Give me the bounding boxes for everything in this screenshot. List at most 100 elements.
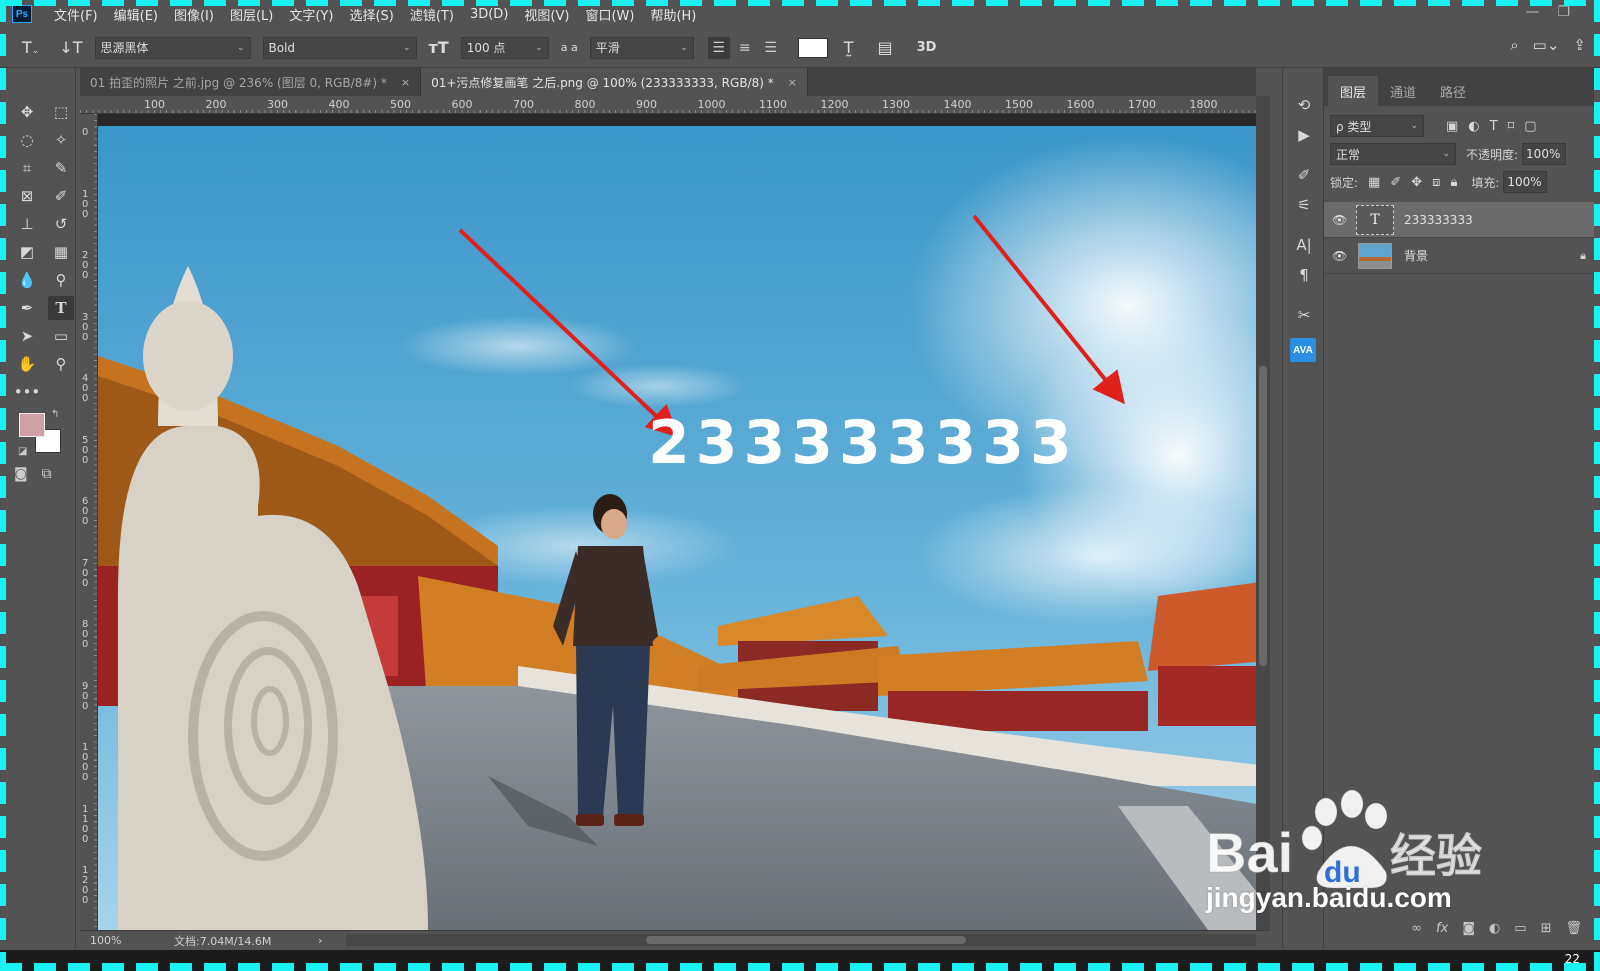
blend-mode-select[interactable]: 正常 ⌄ xyxy=(1330,143,1456,165)
menu-layer[interactable]: 图层(L) xyxy=(222,5,281,24)
3d-button[interactable]: 3D xyxy=(917,40,937,55)
menu-file[interactable]: 文件(F) xyxy=(46,5,106,24)
scroll-thumb[interactable] xyxy=(1259,366,1267,666)
opacity-input[interactable]: 100% xyxy=(1522,143,1567,165)
history-brush-tool-icon[interactable]: ↺ xyxy=(48,212,74,236)
menu-filter[interactable]: 滤镜(T) xyxy=(402,5,462,24)
default-colors-icon[interactable]: ◪ xyxy=(18,446,27,457)
tab-paths[interactable]: 路径 xyxy=(1428,76,1478,106)
horizontal-scrollbar[interactable] xyxy=(346,934,1256,946)
marquee-tool-icon[interactable]: ⬚ xyxy=(48,100,74,124)
font-size-select[interactable]: 100 点 ⌄ xyxy=(460,36,549,59)
hand-tool-icon[interactable]: ✋ xyxy=(14,352,40,376)
rectangle-tool-icon[interactable]: ▭ xyxy=(48,324,74,348)
path-selection-tool-icon[interactable]: ➤ xyxy=(14,324,40,348)
history-icon[interactable]: ⟲ xyxy=(1283,90,1325,120)
tab-document-after[interactable]: 01+污点修复画笔 之后.png @ 100% (233333333, RGB/… xyxy=(421,68,808,96)
restore-icon[interactable]: ❐ xyxy=(1557,4,1570,20)
menu-image[interactable]: 图像(I) xyxy=(166,5,222,24)
horizontal-ruler[interactable]: 100 200 300 400 500 600 700 800 900 1000 1100 1200 1… xyxy=(80,96,1256,114)
minimize-icon[interactable]: — xyxy=(1525,4,1539,20)
lasso-tool-icon[interactable]: ◌ xyxy=(14,128,40,152)
menu-view[interactable]: 视图(V) xyxy=(516,5,577,24)
new-layer-icon[interactable]: ⊞ xyxy=(1541,921,1552,936)
type-tool-preset-icon[interactable]: T⌄ xyxy=(22,38,39,57)
filter-shape-icon[interactable]: ⌑ xyxy=(1508,119,1515,134)
close-icon[interactable]: × xyxy=(401,76,410,89)
lock-position-icon[interactable]: ✥ xyxy=(1411,175,1422,190)
visibility-eye-icon[interactable]: 👁︎ xyxy=(1332,249,1350,263)
vertical-ruler[interactable]: 0 100 200 300 400 500 600 700 800 900 1000 1100 1200 xyxy=(80,114,98,930)
warp-text-icon[interactable]: T̰ xyxy=(844,38,854,57)
tab-layers[interactable]: 图层 xyxy=(1328,76,1379,106)
move-tool-icon[interactable]: ✥ xyxy=(14,100,40,124)
filter-adjustment-icon[interactable]: ◐ xyxy=(1468,119,1479,134)
lock-all-icon[interactable]: 🔒︎ xyxy=(1450,175,1457,190)
swap-colors-icon[interactable]: ↰ xyxy=(51,409,59,420)
canvas-text-layer[interactable]: 233333333 xyxy=(648,408,1078,478)
lock-artboard-icon[interactable]: ⧈ xyxy=(1432,175,1440,190)
more-tools-icon[interactable]: ••• xyxy=(14,380,41,404)
actions-play-icon[interactable]: ▶ xyxy=(1283,120,1325,150)
blur-tool-icon[interactable]: 💧 xyxy=(14,268,40,292)
fill-input[interactable]: 100% xyxy=(1503,171,1548,193)
align-center-button[interactable]: ≡ xyxy=(734,37,756,59)
delete-layer-icon[interactable]: 🗑︎ xyxy=(1565,921,1582,936)
character-icon[interactable]: A| xyxy=(1283,230,1325,260)
ava-plugin-icon[interactable]: AVA xyxy=(1290,338,1316,362)
lock-transparency-icon[interactable]: ▦ xyxy=(1368,175,1380,190)
status-arrow-icon[interactable]: › xyxy=(318,934,348,947)
document-canvas[interactable]: 233333333 xyxy=(98,114,1256,930)
brush-tool-icon[interactable]: ✐ xyxy=(48,184,74,208)
menu-help[interactable]: 帮助(H) xyxy=(642,5,704,24)
foreground-color-swatch[interactable] xyxy=(19,413,45,437)
visibility-eye-icon[interactable]: 👁︎ xyxy=(1332,213,1350,227)
crop-tool-icon[interactable]: ⌗ xyxy=(14,156,40,180)
tab-channels[interactable]: 通道 xyxy=(1378,76,1428,106)
paragraph-icon[interactable]: ¶ xyxy=(1283,260,1325,290)
new-group-icon[interactable]: ▭ xyxy=(1514,921,1526,936)
character-panel-icon[interactable]: ▤ xyxy=(877,38,892,57)
align-right-button[interactable]: ☰ xyxy=(760,37,782,59)
type-tool-icon[interactable]: T xyxy=(48,296,74,320)
eraser-tool-icon[interactable]: ◩ xyxy=(14,240,40,264)
filter-type-icon[interactable]: T xyxy=(1490,119,1498,134)
share-icon[interactable]: ⇪ xyxy=(1573,36,1586,54)
clone-stamp-tool-icon[interactable]: ⊥ xyxy=(14,212,40,236)
align-left-button[interactable]: ☰ xyxy=(707,36,730,59)
eyedropper-tool-icon[interactable]: ✎ xyxy=(48,156,74,180)
close-icon[interactable]: × xyxy=(788,76,797,89)
dodge-tool-icon[interactable]: ⚲ xyxy=(48,268,74,292)
zoom-level[interactable]: 100% xyxy=(90,934,174,947)
search-icon[interactable]: ⌕ xyxy=(1510,36,1518,54)
lock-pixels-icon[interactable]: ✐ xyxy=(1390,175,1401,190)
menu-window[interactable]: 窗口(W) xyxy=(577,5,642,24)
toggle-orientation-icon[interactable]: ↓T xyxy=(59,38,82,57)
layer-filter-select[interactable]: ρ 类型 ⌄ xyxy=(1330,115,1424,137)
filter-smart-object-icon[interactable]: ▢ xyxy=(1524,119,1536,134)
menu-3d[interactable]: 3D(D) xyxy=(462,7,516,22)
tool-presets-icon[interactable]: ✂ xyxy=(1283,300,1325,330)
scroll-thumb[interactable] xyxy=(646,936,966,944)
gradient-tool-icon[interactable]: ▦ xyxy=(48,240,74,264)
quick-mask-icon[interactable]: ◙ xyxy=(14,466,28,482)
adjustments-icon[interactable]: ⚟ xyxy=(1283,190,1325,220)
layer-background[interactable]: 👁︎ 背景 🔒︎ xyxy=(1324,238,1594,274)
brush-settings-icon[interactable]: ✐ xyxy=(1283,160,1325,190)
screen-mode-icon[interactable]: ⧉ xyxy=(42,466,52,482)
workspace-icon[interactable]: ▭⌄ xyxy=(1533,36,1560,54)
font-family-select[interactable]: 思源黑体 ⌄ xyxy=(94,36,251,59)
filter-image-icon[interactable]: ▣ xyxy=(1446,119,1458,134)
tab-document-before[interactable]: 01 拍歪的照片 之前.jpg @ 236% (图层 0, RGB/8#) * … xyxy=(80,68,422,96)
menu-type[interactable]: 文字(Y) xyxy=(281,5,341,24)
pen-tool-icon[interactable]: ✒ xyxy=(14,296,40,320)
antialias-select[interactable]: 平滑 ⌄ xyxy=(589,36,694,59)
text-color-swatch[interactable] xyxy=(797,37,828,58)
zoom-tool-icon[interactable]: ⚲ xyxy=(48,352,74,376)
magic-wand-tool-icon[interactable]: ✧ xyxy=(48,128,74,152)
healing-brush-tool-icon[interactable]: ⊠ xyxy=(14,184,40,208)
menu-edit[interactable]: 编辑(E) xyxy=(106,5,166,24)
layer-text[interactable]: 👁︎ T 233333333 xyxy=(1324,202,1594,238)
font-style-select[interactable]: Bold ⌄ xyxy=(262,36,417,59)
menu-select[interactable]: 选择(S) xyxy=(341,5,401,24)
